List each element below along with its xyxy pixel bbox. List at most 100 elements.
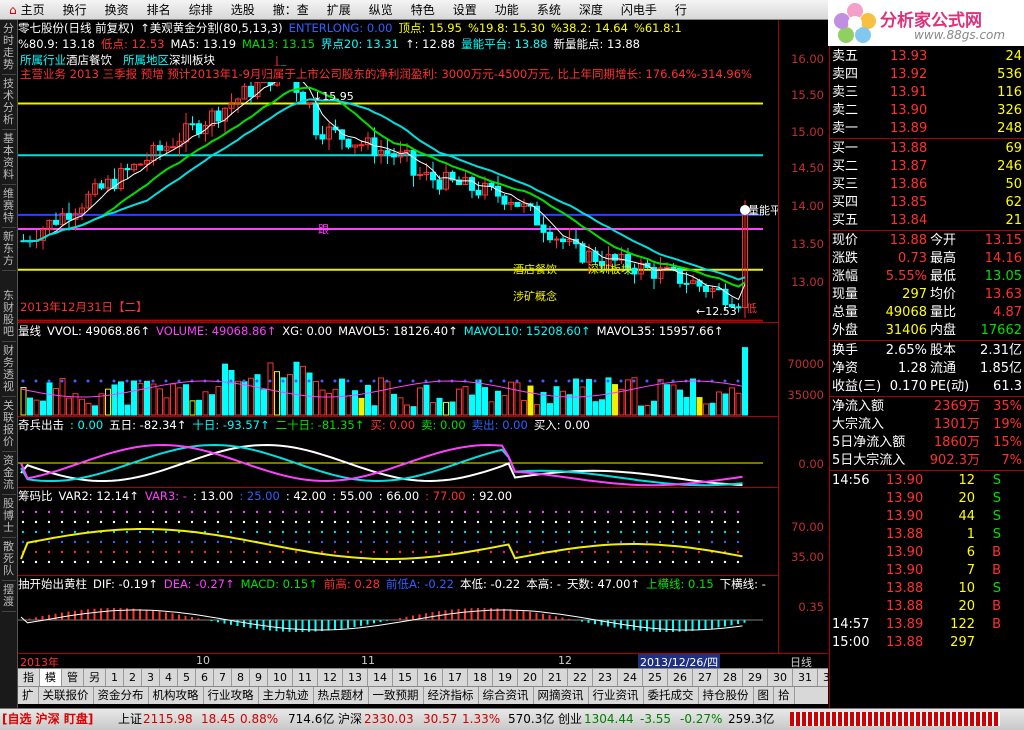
- menu-item-6[interactable]: 撤：查: [264, 1, 318, 18]
- indicator-tab[interactable]: 6: [196, 669, 214, 686]
- menu-item-15[interactable]: 行: [666, 1, 696, 18]
- sidebar-lower-item-6[interactable]: 摆渡: [1, 581, 16, 612]
- chip-dot: [86, 510, 90, 514]
- qibing-chart[interactable]: [18, 433, 778, 488]
- chip-dot: [580, 560, 584, 564]
- indicator-tab[interactable]: 14: [368, 669, 393, 686]
- info-tab[interactable]: 主力轨迹: [259, 687, 314, 704]
- sidebar-item-1[interactable]: 技术分析: [1, 75, 16, 130]
- info-tab[interactable]: 持仓股份: [699, 687, 754, 704]
- indicator-tab[interactable]: 20: [518, 669, 543, 686]
- chip-chart[interactable]: [18, 504, 778, 576]
- sidebar-lower-item-0[interactable]: 东财股吧: [1, 287, 16, 342]
- menu-label: 主页: [20, 3, 45, 17]
- indicator-tab[interactable]: 管理: [62, 669, 84, 700]
- volume-dot: [34, 379, 38, 383]
- indicator-tab[interactable]: 18: [468, 669, 493, 686]
- menu-item-7[interactable]: 扩展: [318, 1, 360, 18]
- indicator-tab[interactable]: 11: [293, 669, 318, 686]
- indicator-tab[interactable]: 23: [593, 669, 618, 686]
- info-tab[interactable]: 综合资讯: [479, 687, 534, 704]
- menu-item-8[interactable]: 纵览: [360, 1, 402, 18]
- menu-item-3[interactable]: 排名: [138, 1, 180, 18]
- indicator-tab[interactable]: 模板: [40, 669, 62, 700]
- sidebar-lower-item-1[interactable]: 财务透视: [1, 342, 16, 397]
- info-tab[interactable]: 行业攻略: [204, 687, 259, 704]
- menu-item-4[interactable]: 综排: [180, 1, 222, 18]
- qibing-panel[interactable]: 奇兵出击: 0.00 五日: -82.34↑ 十日: -93.57↑ 二十日: -81…: [18, 417, 828, 488]
- info-tab[interactable]: 拾: [774, 687, 795, 704]
- menu-item-2[interactable]: 换资: [96, 1, 138, 18]
- indicator-tab[interactable]: 3: [142, 669, 160, 686]
- sidebar-lower-item-2[interactable]: 关联报价: [1, 397, 16, 452]
- sidebar-item-3[interactable]: 维赛特: [1, 185, 16, 228]
- sidebar-item-0[interactable]: 分时走势: [1, 20, 16, 75]
- indicator-tab[interactable]: 1: [106, 669, 124, 686]
- indicator-tab[interactable]: 28: [718, 669, 743, 686]
- indicator-tab[interactable]: 16: [418, 669, 443, 686]
- volume-chart[interactable]: [18, 339, 778, 417]
- info-tab[interactable]: 资金分布: [94, 687, 149, 704]
- chip-dot: [489, 530, 493, 534]
- sidebar-lower-item-5[interactable]: 散死队: [1, 538, 16, 581]
- indicator-tab[interactable]: 8: [232, 669, 250, 686]
- info-tab[interactable]: 一致预期: [369, 687, 424, 704]
- macd-chart[interactable]: [18, 592, 778, 653]
- status-tag[interactable]: [自选 沪深 盯盘]: [2, 709, 93, 729]
- indicator-tab[interactable]: 30: [768, 669, 793, 686]
- chip-dot: [34, 520, 38, 524]
- indicator-tab[interactable]: 另存为: [84, 669, 106, 716]
- menu-item-12[interactable]: 系统: [528, 1, 570, 18]
- indicator-tab[interactable]: 31: [793, 669, 818, 686]
- info-tab[interactable]: 网摘资讯: [534, 687, 589, 704]
- info-tab[interactable]: 行业资讯: [589, 687, 644, 704]
- menu-item-5[interactable]: 选股: [222, 1, 264, 18]
- chart-area[interactable]: 零七股份(日线 前复权) ↑美观黄金分割(80,5,13,3) ENTERLONG:…: [18, 20, 828, 668]
- cm.header-field: : 77.00: [425, 489, 466, 503]
- menu-item-10[interactable]: 设置: [444, 1, 486, 18]
- indicator-tab[interactable]: 7: [214, 669, 232, 686]
- menu-item-13[interactable]: 深度: [570, 1, 612, 18]
- indicator-tab[interactable]: 2: [124, 669, 142, 686]
- info-tab[interactable]: 经济指标: [424, 687, 479, 704]
- volume-panel[interactable]: 量线 VVOL: 49068.86↑ VOLUME: 49068.86↑ XG: 0.…: [18, 323, 828, 417]
- price-panel[interactable]: 零七股份(日线 前复权) ↑美观黄金分割(80,5,13,3) ENTERLONG:…: [18, 20, 828, 323]
- info-tab[interactable]: 关联报价: [39, 687, 94, 704]
- indicator-tab[interactable]: 17: [443, 669, 468, 686]
- indicator-tab[interactable]: 10: [268, 669, 293, 686]
- indicator-tab[interactable]: 29: [743, 669, 768, 686]
- indicator-tab[interactable]: 24: [618, 669, 643, 686]
- sidebar-item-2[interactable]: 基本资料: [1, 130, 16, 185]
- info-tab[interactable]: 委托成交: [644, 687, 699, 704]
- sidebar-lower-item-4[interactable]: 股博士: [1, 495, 16, 538]
- indicator-tab[interactable]: 4: [160, 669, 178, 686]
- indicator-tab[interactable]: 19: [493, 669, 518, 686]
- sidebar-lower-item-3[interactable]: 资金流: [1, 452, 16, 495]
- sidebar-item-4[interactable]: 新东方: [1, 228, 16, 271]
- indicator-tab[interactable]: 13: [343, 669, 368, 686]
- menu-item-1[interactable]: 换行: [54, 1, 96, 18]
- volume-dot: [294, 379, 298, 383]
- menu-item-9[interactable]: 特色: [402, 1, 444, 18]
- volume-bar: [456, 388, 462, 416]
- info-tab[interactable]: 图: [754, 687, 774, 704]
- chip-dot: [125, 560, 129, 564]
- menu-item-11[interactable]: 功能: [486, 1, 528, 18]
- indicator-tab[interactable]: 27: [693, 669, 718, 686]
- chip-panel[interactable]: 筹码比 VAR2: 12.14↑ VAR3: -: 13.00: 25.00: 42…: [18, 488, 828, 576]
- indicator-tab[interactable]: 26: [668, 669, 693, 686]
- indicator-tab[interactable]: 25: [643, 669, 668, 686]
- info-tab[interactable]: 机构攻略: [149, 687, 204, 704]
- indicator-tab[interactable]: 5: [178, 669, 196, 686]
- menu-item-14[interactable]: 闪电手: [612, 1, 666, 18]
- info-tab[interactable]: 热点题材: [314, 687, 369, 704]
- menu-item-0[interactable]: ⌂ 主页: [0, 1, 54, 18]
- indicator-tab[interactable]: 指标: [18, 669, 40, 700]
- info-tab[interactable]: 扩: [18, 687, 39, 704]
- indicator-tab[interactable]: 12: [318, 669, 343, 686]
- indicator-tab[interactable]: 9: [250, 669, 268, 686]
- macd-panel[interactable]: 抽开始出黄柱 DIF: -0.19↑ DEA: -0.27↑ MACD: 0.15↑ 前…: [18, 576, 828, 653]
- indicator-tab[interactable]: 15: [393, 669, 418, 686]
- indicator-tab[interactable]: 21: [543, 669, 568, 686]
- indicator-tab[interactable]: 22: [568, 669, 593, 686]
